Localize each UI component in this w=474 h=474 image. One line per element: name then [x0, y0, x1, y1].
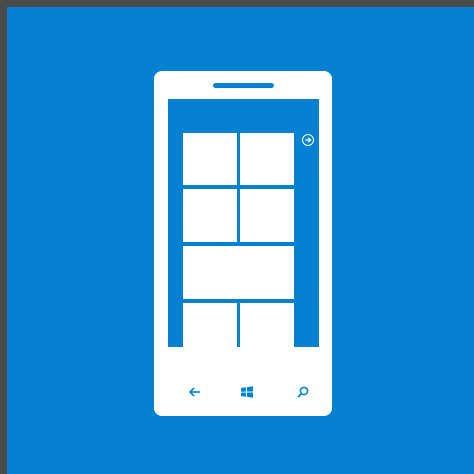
arrow-circle-icon [302, 134, 314, 146]
tile-small [240, 133, 294, 185]
tile-small [183, 303, 237, 347]
icon-background [7, 7, 474, 474]
back-icon[interactable] [186, 383, 204, 401]
tile-small [240, 303, 294, 347]
tile-small [183, 133, 237, 185]
windows-start-icon[interactable] [238, 383, 256, 401]
phone-speaker [213, 83, 274, 88]
app-icon-frame [0, 0, 474, 474]
phone-body [154, 71, 332, 416]
tile-small [240, 189, 294, 242]
search-icon[interactable] [294, 383, 312, 401]
phone-screen [168, 99, 319, 347]
tile-wide [183, 246, 294, 299]
tile-small [183, 189, 237, 242]
